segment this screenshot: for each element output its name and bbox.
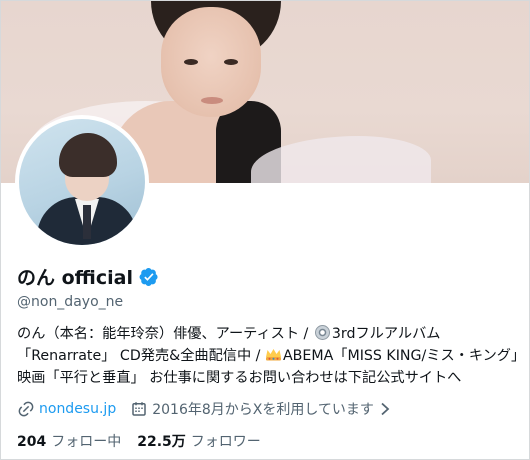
avatar[interactable]: [15, 115, 149, 249]
following-stat[interactable]: 204 フォロー中: [17, 431, 121, 451]
avatar-hair: [59, 133, 117, 177]
cd-disc-icon: [314, 325, 330, 340]
display-name: のん official: [17, 267, 133, 289]
joined-date[interactable]: 2016年8月からXを利用しています: [130, 399, 390, 419]
website-link[interactable]: nondesu.jp: [39, 401, 116, 417]
banner-lips: [201, 97, 223, 104]
bio-text: のん（本名：能年玲奈）俳優、アーティスト /: [17, 326, 309, 342]
chevron-right-icon: [381, 402, 390, 416]
avatar-tie: [83, 205, 91, 239]
following-count: 204: [17, 434, 47, 450]
display-name-row: のん official: [17, 263, 159, 290]
bio-text: 3rdフルアルバム: [331, 326, 441, 342]
avatar-image: [19, 119, 145, 245]
bio-line-2: 「Renarrate」 CD発売&全曲配信中 / ABEMA「MISS KING…: [17, 345, 527, 367]
following-label: フォロー中: [51, 434, 122, 450]
verified-badge-icon[interactable]: [139, 267, 159, 287]
calendar-icon: [132, 402, 146, 416]
profile-meta: nondesu.jp 2016年8月からXを利用しています: [17, 399, 390, 419]
bio-text: ABEMA「MISS KING/ミス・キング」: [282, 348, 526, 364]
banner-eye-right: [224, 59, 238, 65]
link-icon: [18, 401, 34, 417]
bio-line-3: 映画「平行と垂直」 お仕事に関するお問い合わせは下記公式サイトへ: [17, 370, 462, 386]
followers-stat[interactable]: 22.5万 フォロワー: [137, 431, 261, 451]
follow-stats: 204 フォロー中 22.5万 フォロワー: [17, 431, 261, 451]
user-handle: @non_dayo_ne: [17, 294, 124, 310]
banner-eye-left: [184, 59, 198, 65]
followers-label: フォロワー: [190, 434, 261, 450]
crown-icon: [265, 349, 281, 361]
profile-bio: のん（本名：能年玲奈）俳優、アーティスト / 3rdフルアルバム 「Renarr…: [17, 323, 527, 389]
bio-line-1: のん（本名：能年玲奈）俳優、アーティスト / 3rdフルアルバム: [17, 323, 527, 345]
profile-card: のん official @non_dayo_ne のん（本名：能年玲奈）俳優、ア…: [0, 0, 530, 460]
bio-text: 「Renarrate」 CD発売&全曲配信中 /: [17, 348, 261, 364]
followers-count: 22.5万: [137, 434, 186, 450]
joined-text: 2016年8月からXを利用しています: [152, 402, 374, 418]
